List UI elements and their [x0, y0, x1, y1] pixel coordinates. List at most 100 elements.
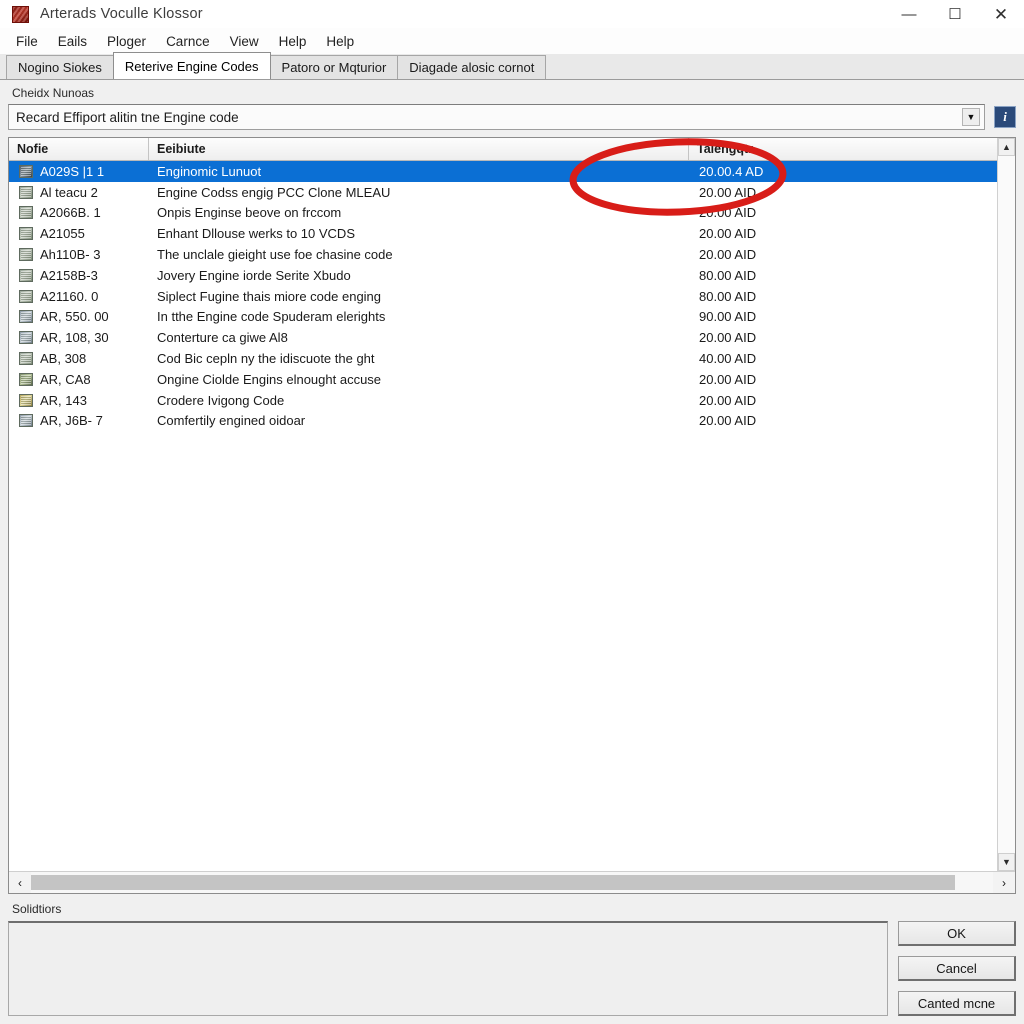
cell-name-text: A2158B-3: [40, 267, 98, 283]
cell-type: 20.00 AID: [699, 226, 757, 242]
horizontal-scroll-track[interactable]: [31, 872, 993, 893]
column-header-type[interactable]: Talengqtr: [689, 138, 997, 160]
engine-code-icon: [19, 164, 33, 178]
cell-description: Jovery Engine iorde Serite Xbudo: [157, 267, 351, 283]
cell-description: Enginomic Lunuot: [157, 163, 262, 179]
cell-description: Comfertily engined oidoar: [157, 413, 306, 429]
table-row[interactable]: AR, 143 Crodere Ivigong Code 20.00 AID: [9, 390, 997, 411]
engine-code-icon: [19, 310, 33, 324]
scroll-left-icon[interactable]: ‹: [9, 872, 31, 893]
scroll-right-icon[interactable]: ›: [993, 872, 1015, 893]
dialog-button-column: OK Cancel Canted mcne: [898, 921, 1016, 1016]
info-icon[interactable]: i: [994, 106, 1016, 128]
tab-reterive-engine-codes[interactable]: Reterive Engine Codes: [112, 52, 271, 79]
cell-type: 20.00 AID: [699, 413, 757, 429]
listview-body: Nofie Eeibiute Talengqtr A029S |1 1 Engin…: [9, 138, 1015, 871]
menu-item-carnce[interactable]: Carnce: [156, 32, 220, 51]
title-bar: Arterads Voculle Klossor — ☐ ✕: [0, 0, 1024, 28]
menu-item-view[interactable]: View: [220, 32, 269, 51]
listview-main: Nofie Eeibiute Talengqtr A029S |1 1 Engin…: [9, 138, 997, 871]
menu-bar: File Eails Ploger Carnce View Help Help: [0, 28, 1024, 54]
table-row[interactable]: AR, 108, 30 Conterture ca giwe Al8 20.00 A…: [9, 327, 997, 348]
window-title: Arterads Voculle Klossor: [40, 6, 203, 22]
vertical-scroll-track[interactable]: [998, 156, 1015, 853]
table-row[interactable]: Al teacu 2 Engine Codss engig PCC Clone M…: [9, 182, 997, 203]
group-label: Cheidx Nunoas: [12, 86, 95, 100]
listview-rows: A029S |1 1 Enginomic Lunuot 20.00.4 AD Al t…: [9, 161, 997, 871]
table-row[interactable]: AR, J6B- 7 Comfertily engined oidoar 20.00…: [9, 411, 997, 432]
cell-name-text: A21160. 0: [40, 288, 99, 304]
listview-header: Nofie Eeibiute Talengqtr: [9, 138, 997, 161]
cell-name-text: AR, 143: [40, 392, 87, 408]
table-row[interactable]: A2066B. 1 Onpis Enginse beove on frccom 20…: [9, 203, 997, 224]
table-row[interactable]: Ah110B- 3 The unclale gieight use foe cha…: [9, 244, 997, 265]
cell-name: AR, 108, 30: [9, 330, 149, 345]
canted-more-button[interactable]: Canted mcne: [898, 991, 1016, 1016]
cell-type: 90.00 AID: [699, 309, 757, 325]
ok-button[interactable]: OK: [898, 921, 1016, 946]
horizontal-scrollbar[interactable]: ‹ ›: [9, 871, 1015, 893]
main-panel: Cheidx Nunoas Recard Effiport alitin tne…: [0, 80, 1024, 1024]
cell-type: 20.00 AID: [699, 371, 757, 387]
engine-code-icon: [19, 372, 33, 386]
chevron-down-icon[interactable]: ▼: [962, 108, 980, 126]
cell-description: Engine Codss engig PCC Clone MLEAU: [157, 184, 391, 200]
engine-codes-listview[interactable]: Nofie Eeibiute Talengqtr A029S |1 1 Engin…: [8, 137, 1016, 894]
cell-description: Cod Bic cepln ny the idiscuote the ght: [157, 351, 375, 367]
scroll-up-icon[interactable]: ▲: [998, 138, 1015, 156]
cell-name: A2158B-3: [9, 268, 149, 283]
cell-name: AR, 143: [9, 393, 149, 408]
cell-description: In tthe Engine code Spuderam elerights: [157, 309, 386, 325]
cell-type: 20.00.4 AD: [699, 163, 764, 179]
close-button[interactable]: ✕: [978, 0, 1024, 28]
cell-name: A21055: [9, 226, 149, 241]
engine-code-icon: [19, 185, 33, 199]
minimize-button[interactable]: —: [886, 0, 932, 28]
cancel-button[interactable]: Cancel: [898, 956, 1016, 981]
cell-name-text: AR, 550. 00: [40, 309, 109, 325]
table-row[interactable]: A21055 Enhant Dllouse werks to 10 VCDS 20.…: [9, 223, 997, 244]
tab-patoro-or-mqturior[interactable]: Patoro or Mqturior: [269, 55, 399, 79]
table-row[interactable]: A21160. 0 Siplect Fugine thais miore code…: [9, 286, 997, 307]
tab-nogino-siokes[interactable]: Nogino Siokes: [6, 55, 114, 79]
cell-name-text: A029S |1 1: [40, 163, 105, 179]
menu-item-ploger[interactable]: Ploger: [97, 32, 156, 51]
cell-name-text: Ah110B- 3: [40, 247, 101, 263]
menu-item-help[interactable]: Help: [269, 32, 317, 51]
table-row[interactable]: AR, 550. 00 In tthe Engine code Spuderam …: [9, 307, 997, 328]
engine-code-icon: [19, 227, 33, 241]
vertical-scrollbar[interactable]: ▲ ▼: [997, 138, 1015, 871]
table-row[interactable]: AR, CA8 Ongine Ciolde Engins elnought acc…: [9, 369, 997, 390]
cell-name: AR, 550. 00: [9, 309, 149, 324]
column-header-description[interactable]: Eeibiute: [149, 138, 689, 160]
cell-name: AR, CA8: [9, 372, 149, 387]
cell-name-text: AR, CA8: [40, 371, 91, 387]
cell-type: 80.00 AID: [699, 267, 757, 283]
cell-description: Enhant Dllouse werks to 10 VCDS: [157, 226, 355, 242]
tab-diagade-alosic-cornot[interactable]: Diagade alosic cornot: [397, 55, 547, 79]
engine-code-icon: [19, 414, 33, 428]
menu-item-file[interactable]: File: [6, 32, 48, 51]
horizontal-scroll-thumb[interactable]: [31, 875, 955, 890]
cell-name: AR, J6B- 7: [9, 413, 149, 428]
cell-name-text: A21055: [40, 226, 85, 242]
scroll-down-icon[interactable]: ▼: [998, 853, 1015, 871]
table-row[interactable]: A029S |1 1 Enginomic Lunuot 20.00.4 AD: [9, 161, 997, 182]
engine-code-combobox[interactable]: Recard Effiport alitin tne Engine code ▼: [8, 104, 985, 130]
window-controls: — ☐ ✕: [886, 0, 1024, 28]
menu-item-help-2[interactable]: Help: [316, 32, 364, 51]
column-header-name[interactable]: Nofie: [9, 138, 149, 160]
table-row[interactable]: A2158B-3 Jovery Engine iorde Serite Xbudo…: [9, 265, 997, 286]
engine-code-icon: [19, 206, 33, 220]
maximize-button[interactable]: ☐: [932, 0, 978, 28]
engine-code-icon: [19, 352, 33, 366]
solutions-label: Solidtiors: [12, 902, 62, 916]
app-icon: [12, 5, 29, 23]
solutions-textarea[interactable]: [8, 921, 888, 1016]
menu-item-eails[interactable]: Eails: [48, 32, 97, 51]
cell-name-text: AR, 108, 30: [40, 330, 109, 346]
bottom-row: OK Cancel Canted mcne: [8, 921, 1016, 1024]
combo-row: Recard Effiport alitin tne Engine code ▼…: [8, 104, 1016, 130]
table-row[interactable]: AB, 308 Cod Bic cepln ny the idiscuote th…: [9, 348, 997, 369]
engine-code-icon: [19, 268, 33, 282]
